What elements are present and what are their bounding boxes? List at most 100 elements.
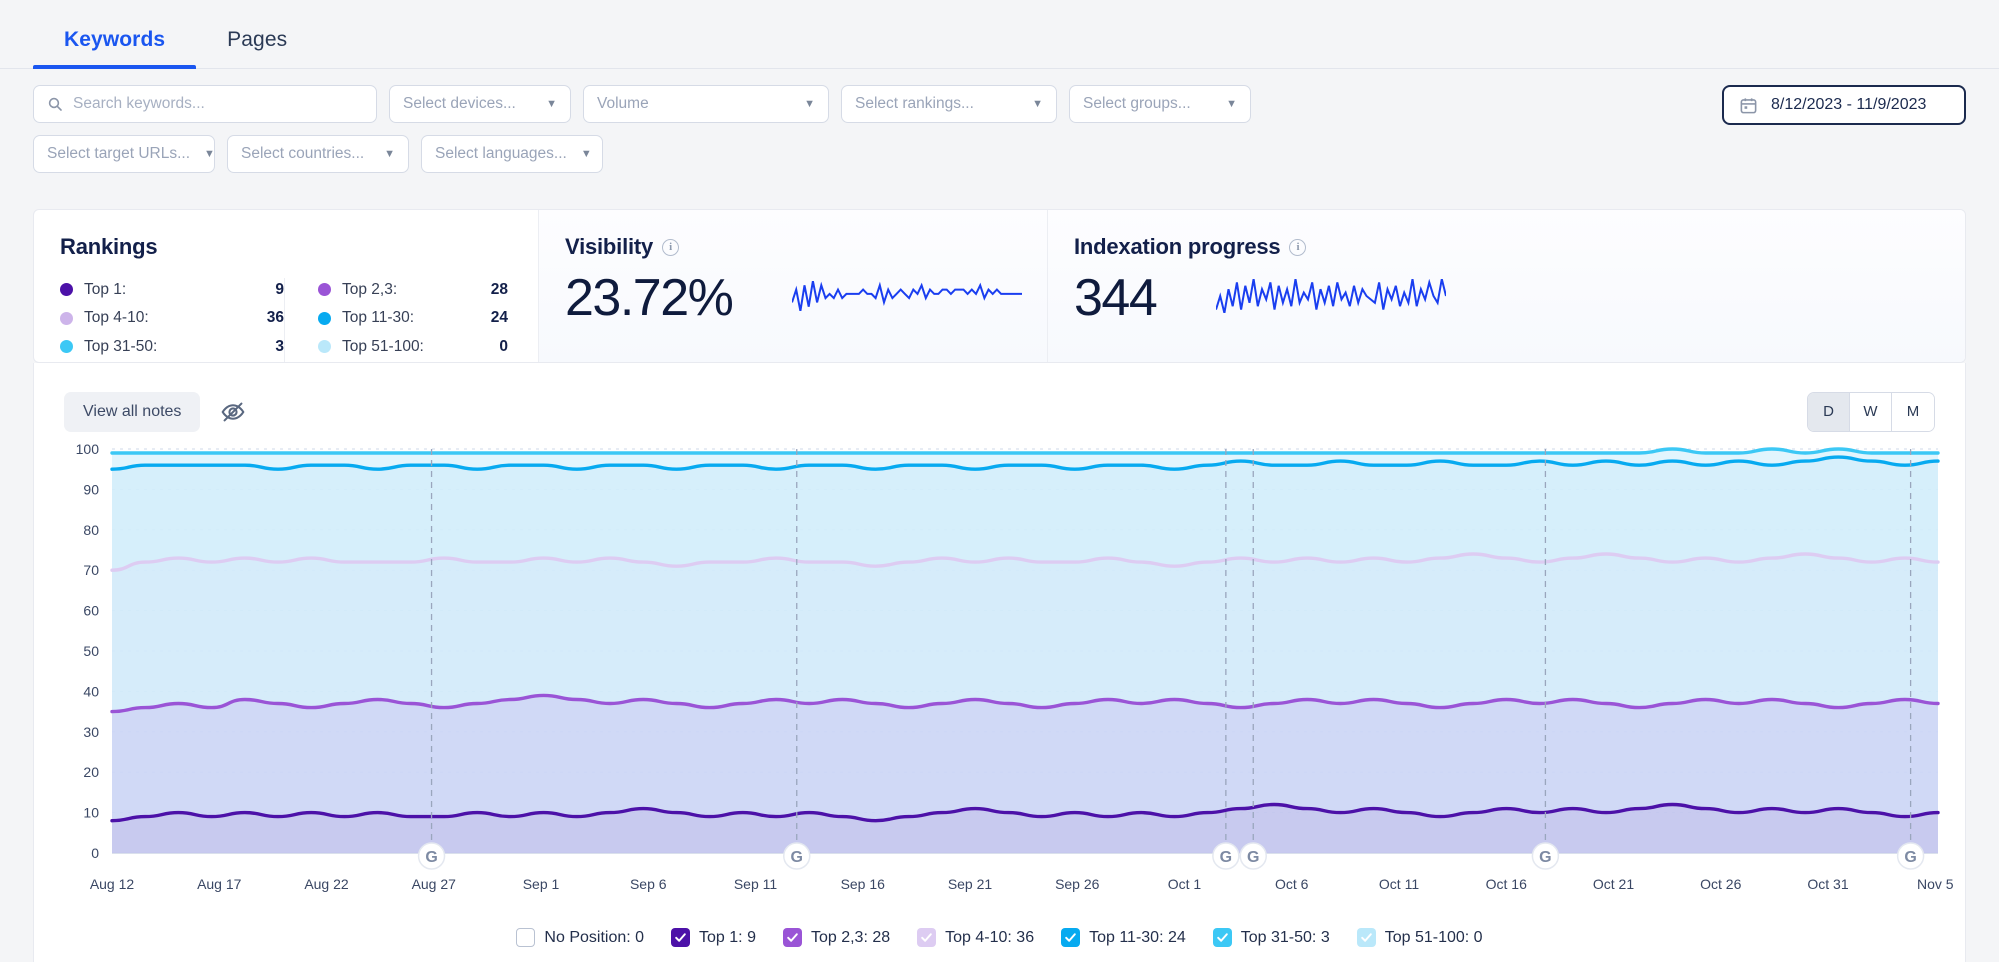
y-axis-tick-label: 20 bbox=[83, 764, 99, 780]
info-icon[interactable]: i bbox=[1289, 238, 1307, 256]
visibility-value: 23.72% bbox=[565, 269, 734, 327]
svg-text:G: G bbox=[1539, 849, 1551, 866]
search-input[interactable]: Search keywords... bbox=[33, 85, 377, 123]
ranking-value: 28 bbox=[490, 280, 508, 298]
ranking-row-right-2: Top 51-100: 0 bbox=[318, 335, 508, 358]
svg-text:G: G bbox=[791, 849, 803, 866]
legend-label: No Position: 0 bbox=[544, 928, 645, 946]
ranking-row-right-1: Top 11-30: 24 bbox=[318, 307, 508, 330]
x-axis-tick-label: Oct 31 bbox=[1807, 876, 1848, 892]
y-axis-tick-label: 40 bbox=[83, 683, 99, 699]
x-axis-tick-label: Aug 22 bbox=[304, 876, 349, 892]
annotation-marker-google[interactable]: G bbox=[417, 842, 446, 870]
annotation-marker-google[interactable]: G bbox=[783, 842, 811, 870]
view-all-notes-button[interactable]: View all notes bbox=[64, 391, 201, 432]
ranking-color-dot bbox=[60, 283, 73, 296]
devices-select[interactable]: Select devices... ▼ bbox=[389, 85, 571, 123]
visibility-card-title-text: Visibility bbox=[565, 234, 654, 259]
svg-text:G: G bbox=[1220, 849, 1232, 866]
legend-checkbox[interactable] bbox=[917, 928, 937, 947]
y-axis-tick-label: 80 bbox=[83, 522, 99, 538]
rankings-chart-panel: View all notes DWM 0 10 20 30 40 50 60 70 80 90 10… bbox=[33, 363, 1966, 962]
legend-checkbox[interactable] bbox=[671, 928, 691, 947]
legend-item-6[interactable]: Top 51-100: 0 bbox=[1356, 928, 1483, 947]
info-icon[interactable]: i bbox=[662, 238, 680, 256]
tab-keywords[interactable]: Keywords bbox=[33, 28, 197, 69]
chevron-down-icon: ▼ bbox=[804, 97, 815, 110]
y-axis-tick-label: 60 bbox=[83, 603, 99, 619]
ranking-label: Top 1: bbox=[84, 280, 127, 298]
search-icon bbox=[48, 97, 62, 111]
granularity-toggle: DWM bbox=[1807, 391, 1935, 432]
legend-item-0[interactable]: No Position: 0 bbox=[516, 928, 644, 947]
chart-legend: No Position: 0 Top 1: 9 Top 2,3: 28 Top 4-1… bbox=[34, 928, 1965, 947]
indexation-sparkline bbox=[1215, 278, 1448, 318]
legend-item-3[interactable]: Top 4-10: 36 bbox=[917, 928, 1034, 947]
ranking-color-dot bbox=[60, 311, 73, 325]
groups-select[interactable]: Select groups... ▼ bbox=[1069, 85, 1251, 123]
sparkline-path bbox=[1215, 278, 1448, 313]
search-placeholder: Search keywords... bbox=[73, 95, 205, 112]
legend-checkbox[interactable] bbox=[516, 928, 536, 947]
ranking-value: 0 bbox=[499, 337, 508, 355]
countries-select[interactable]: Select countries... ▼ bbox=[227, 135, 409, 173]
indexation-value: 344 bbox=[1074, 269, 1158, 327]
tab-keywords-label: Keywords bbox=[64, 28, 166, 51]
x-axis-tick-label: Sep 21 bbox=[948, 876, 993, 892]
date-range-value: 8/12/2023 - 11/9/2023 bbox=[1771, 96, 1927, 113]
legend-checkbox[interactable] bbox=[1061, 928, 1081, 947]
chevron-down-icon: ▼ bbox=[1032, 97, 1043, 110]
y-axis-tick-label: 50 bbox=[83, 643, 99, 659]
legend-label: Top 4-10: 36 bbox=[945, 928, 1035, 946]
x-axis-tick-label: Sep 11 bbox=[734, 876, 778, 892]
indexation-card-title-text: Indexation progress bbox=[1074, 234, 1281, 259]
legend-checkbox[interactable] bbox=[1356, 928, 1376, 947]
indexation-card: Indexation progress i 344 bbox=[1048, 210, 1965, 362]
visibility-card-title: Visibility i bbox=[565, 234, 1021, 260]
ranking-color-dot bbox=[318, 340, 331, 353]
ranking-row-left-2: Top 31-50: 3 bbox=[60, 335, 284, 358]
target-urls-select-label: Select target URLs... bbox=[47, 145, 191, 162]
annotation-marker-google[interactable]: G bbox=[1531, 842, 1560, 870]
date-range-picker[interactable]: 8/12/2023 - 11/9/2023 bbox=[1722, 85, 1966, 125]
tab-pages-label: Pages bbox=[227, 28, 288, 51]
area-band-2 bbox=[112, 554, 1938, 712]
rankings-select[interactable]: Select rankings... ▼ bbox=[841, 85, 1057, 123]
tab-pages[interactable]: Pages bbox=[196, 28, 318, 68]
y-axis-tick-label: 10 bbox=[83, 805, 99, 821]
x-axis-tick-label: Oct 16 bbox=[1486, 876, 1527, 892]
languages-select[interactable]: Select languages... ▼ bbox=[421, 135, 603, 173]
indexation-card-title: Indexation progress i bbox=[1074, 234, 1939, 260]
annotation-marker-google[interactable]: G bbox=[1239, 842, 1267, 870]
ranking-label: Top 31-50: bbox=[84, 337, 158, 355]
x-axis-tick-label: Aug 12 bbox=[90, 876, 135, 892]
svg-text:G: G bbox=[1247, 849, 1259, 866]
legend-checkbox[interactable] bbox=[782, 928, 802, 947]
granularity-d[interactable]: D bbox=[1808, 392, 1850, 431]
visibility-sparkline bbox=[791, 280, 1023, 316]
target-urls-select[interactable]: Select target URLs... ▼ bbox=[33, 135, 215, 173]
annotation-marker-google[interactable]: G bbox=[1212, 842, 1240, 870]
legend-item-4[interactable]: Top 11-30: 24 bbox=[1061, 928, 1186, 947]
eye-off-icon[interactable] bbox=[220, 399, 246, 425]
x-axis-tick-label: Oct 1 bbox=[1168, 876, 1202, 892]
volume-select[interactable]: Volume ▼ bbox=[583, 85, 829, 123]
rankings-stacked-area-chart[interactable]: 0102030405060708090100G G G G G GAug 12 Aug 17… bbox=[34, 439, 1964, 909]
ranking-value: 24 bbox=[490, 309, 508, 326]
legend-checkbox[interactable] bbox=[1212, 928, 1232, 947]
legend-item-1[interactable]: Top 1: 9 bbox=[671, 928, 756, 947]
ranking-label: Top 51-100: bbox=[342, 337, 424, 355]
annotation-marker-google[interactable]: G bbox=[1896, 842, 1925, 870]
granularity-w[interactable]: W bbox=[1850, 392, 1892, 431]
y-axis-tick-label: 30 bbox=[83, 724, 99, 740]
legend-label: Top 11-30: 24 bbox=[1089, 928, 1186, 946]
ranking-label: Top 2,3: bbox=[342, 280, 398, 298]
y-axis-tick-label: 70 bbox=[83, 562, 99, 578]
legend-label: Top 1: 9 bbox=[699, 928, 756, 946]
granularity-m[interactable]: M bbox=[1892, 392, 1934, 431]
legend-item-5[interactable]: Top 31-50: 3 bbox=[1212, 928, 1330, 947]
x-axis-tick-label: Aug 17 bbox=[197, 876, 242, 892]
x-axis-tick-label: Oct 26 bbox=[1700, 876, 1741, 892]
legend-item-2[interactable]: Top 2,3: 28 bbox=[782, 928, 890, 947]
visibility-card: Visibility i 23.72% bbox=[539, 210, 1048, 362]
